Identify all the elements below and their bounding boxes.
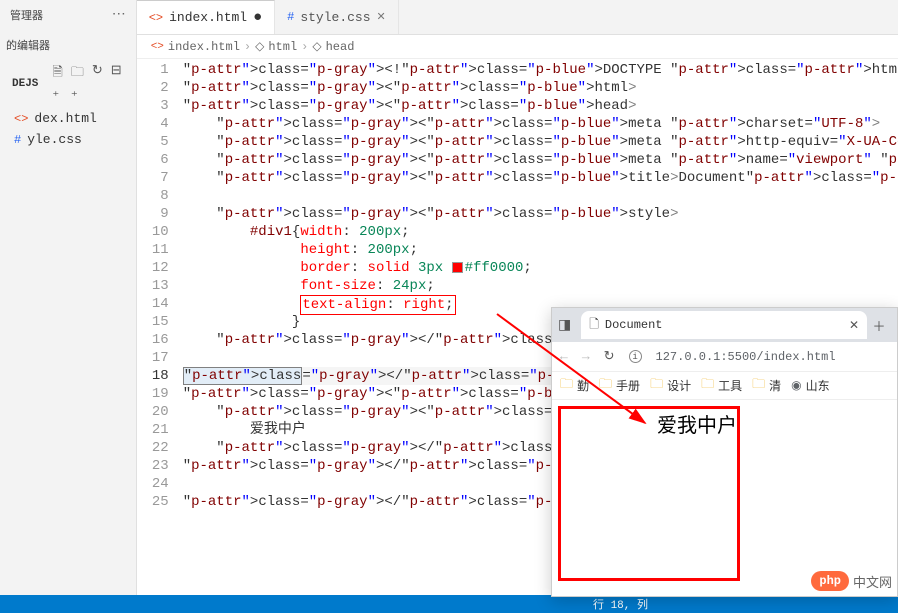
editor-tabs: <> index.html ● # style.css ✕ ◫ ⋯ — [137, 0, 898, 35]
css-file-icon: # — [287, 10, 294, 24]
html-file-icon: <> — [14, 112, 28, 126]
preview-div1: 爱我中户 — [558, 406, 740, 581]
reload-button[interactable]: ↻ — [604, 349, 615, 364]
browser-tab-title: Document — [605, 318, 663, 332]
bookmark-item[interactable]: 🗀清 — [752, 375, 781, 397]
tab-label: index.html — [169, 10, 247, 25]
browser-viewport[interactable]: 爱我中户 — [552, 400, 897, 596]
address-bar[interactable]: 127.0.0.1:5500/index.html — [656, 350, 836, 364]
modified-dot-icon: ● — [253, 9, 262, 26]
bookmark-item[interactable]: ◉山东 — [791, 377, 830, 394]
close-icon[interactable]: ✕ — [849, 318, 859, 333]
close-icon[interactable]: ✕ — [377, 10, 386, 24]
info-icon[interactable]: i — [629, 350, 642, 363]
element-icon: ◇ — [312, 39, 321, 54]
forward-button[interactable]: → — [582, 349, 590, 364]
breadcrumb-item[interactable]: index.html — [168, 40, 240, 54]
folder-icon: 🗀 — [650, 375, 663, 397]
breadcrumb-item[interactable]: head — [326, 40, 355, 54]
watermark-text: 中文网 — [853, 572, 892, 591]
status-bar: 行 18, 列 — [0, 595, 898, 613]
sidebar-section-editors: 的编辑器 — [0, 29, 136, 61]
tabset-icon[interactable]: ◨ — [558, 317, 571, 334]
file-item-html[interactable]: <> dex.html — [0, 108, 136, 129]
chevron-right-icon: › — [301, 40, 308, 54]
back-button[interactable]: ← — [560, 349, 568, 364]
explorer-sidebar: 管理器 ⋯ 的编辑器 DEJS 🗎₊ 🗀₊ ↻ ⊟ <> dex.html # … — [0, 0, 137, 613]
html-file-icon: <> — [151, 41, 164, 53]
new-tab-button[interactable]: ＋ — [867, 316, 891, 335]
sidebar-folder-name[interactable]: DEJS — [6, 74, 44, 94]
tab-label: style.css — [300, 10, 370, 25]
folder-icon: 🗀 — [752, 375, 765, 397]
breadcrumb[interactable]: <> index.html › ◇ html › ◇ head — [137, 35, 898, 59]
html-file-icon: <> — [149, 11, 163, 25]
cursor-position[interactable]: 行 18, 列 — [593, 596, 648, 612]
browser-tab[interactable]: 🗋 Document ✕ — [581, 311, 867, 339]
sidebar-title: 管理器 — [10, 7, 43, 23]
file-label: yle.css — [27, 132, 82, 147]
globe-icon: ◉ — [791, 378, 801, 393]
browser-tabstrip: ◨ 🗋 Document ✕ ＋ — [552, 308, 897, 342]
breadcrumb-item[interactable]: html — [268, 40, 297, 54]
php-logo: php — [811, 571, 849, 591]
tab-style-css[interactable]: # style.css ✕ — [275, 0, 399, 34]
file-item-css[interactable]: # yle.css — [0, 129, 136, 150]
tab-index-html[interactable]: <> index.html ● — [137, 0, 275, 34]
bookmark-item[interactable]: 🗀设计 — [650, 375, 691, 397]
css-file-icon: # — [14, 133, 21, 147]
file-label: dex.html — [34, 111, 96, 126]
folder-icon: 🗀 — [599, 375, 612, 397]
refresh-icon[interactable]: ↻ — [92, 63, 103, 100]
folder-icon: 🗀 — [560, 375, 573, 397]
new-file-icon[interactable]: 🗎₊ — [52, 63, 62, 100]
bookmark-item[interactable]: 🗀勤 — [560, 375, 589, 397]
watermark: php 中文网 — [811, 571, 892, 591]
bookmark-item[interactable]: 🗀工具 — [701, 375, 742, 397]
browser-toolbar: ← → ↻ i 127.0.0.1:5500/index.html — [552, 342, 897, 372]
line-gutter: 1234567891011121314151617181920212223242… — [137, 59, 183, 613]
sidebar-more-icon[interactable]: ⋯ — [112, 6, 126, 23]
element-icon: ◇ — [255, 39, 264, 54]
page-icon: 🗋 — [589, 315, 599, 336]
folder-icon: 🗀 — [701, 375, 714, 397]
collapse-icon[interactable]: ⊟ — [111, 63, 122, 100]
browser-preview-window[interactable]: ◨ 🗋 Document ✕ ＋ ← → ↻ i 127.0.0.1:5500/… — [551, 307, 898, 597]
bookmarks-bar: 🗀勤 🗀手册 🗀设计 🗀工具 🗀清 ◉山东 — [552, 372, 897, 400]
bookmark-item[interactable]: 🗀手册 — [599, 375, 640, 397]
new-folder-icon[interactable]: 🗀₊ — [71, 63, 84, 100]
chevron-right-icon: › — [244, 40, 251, 54]
